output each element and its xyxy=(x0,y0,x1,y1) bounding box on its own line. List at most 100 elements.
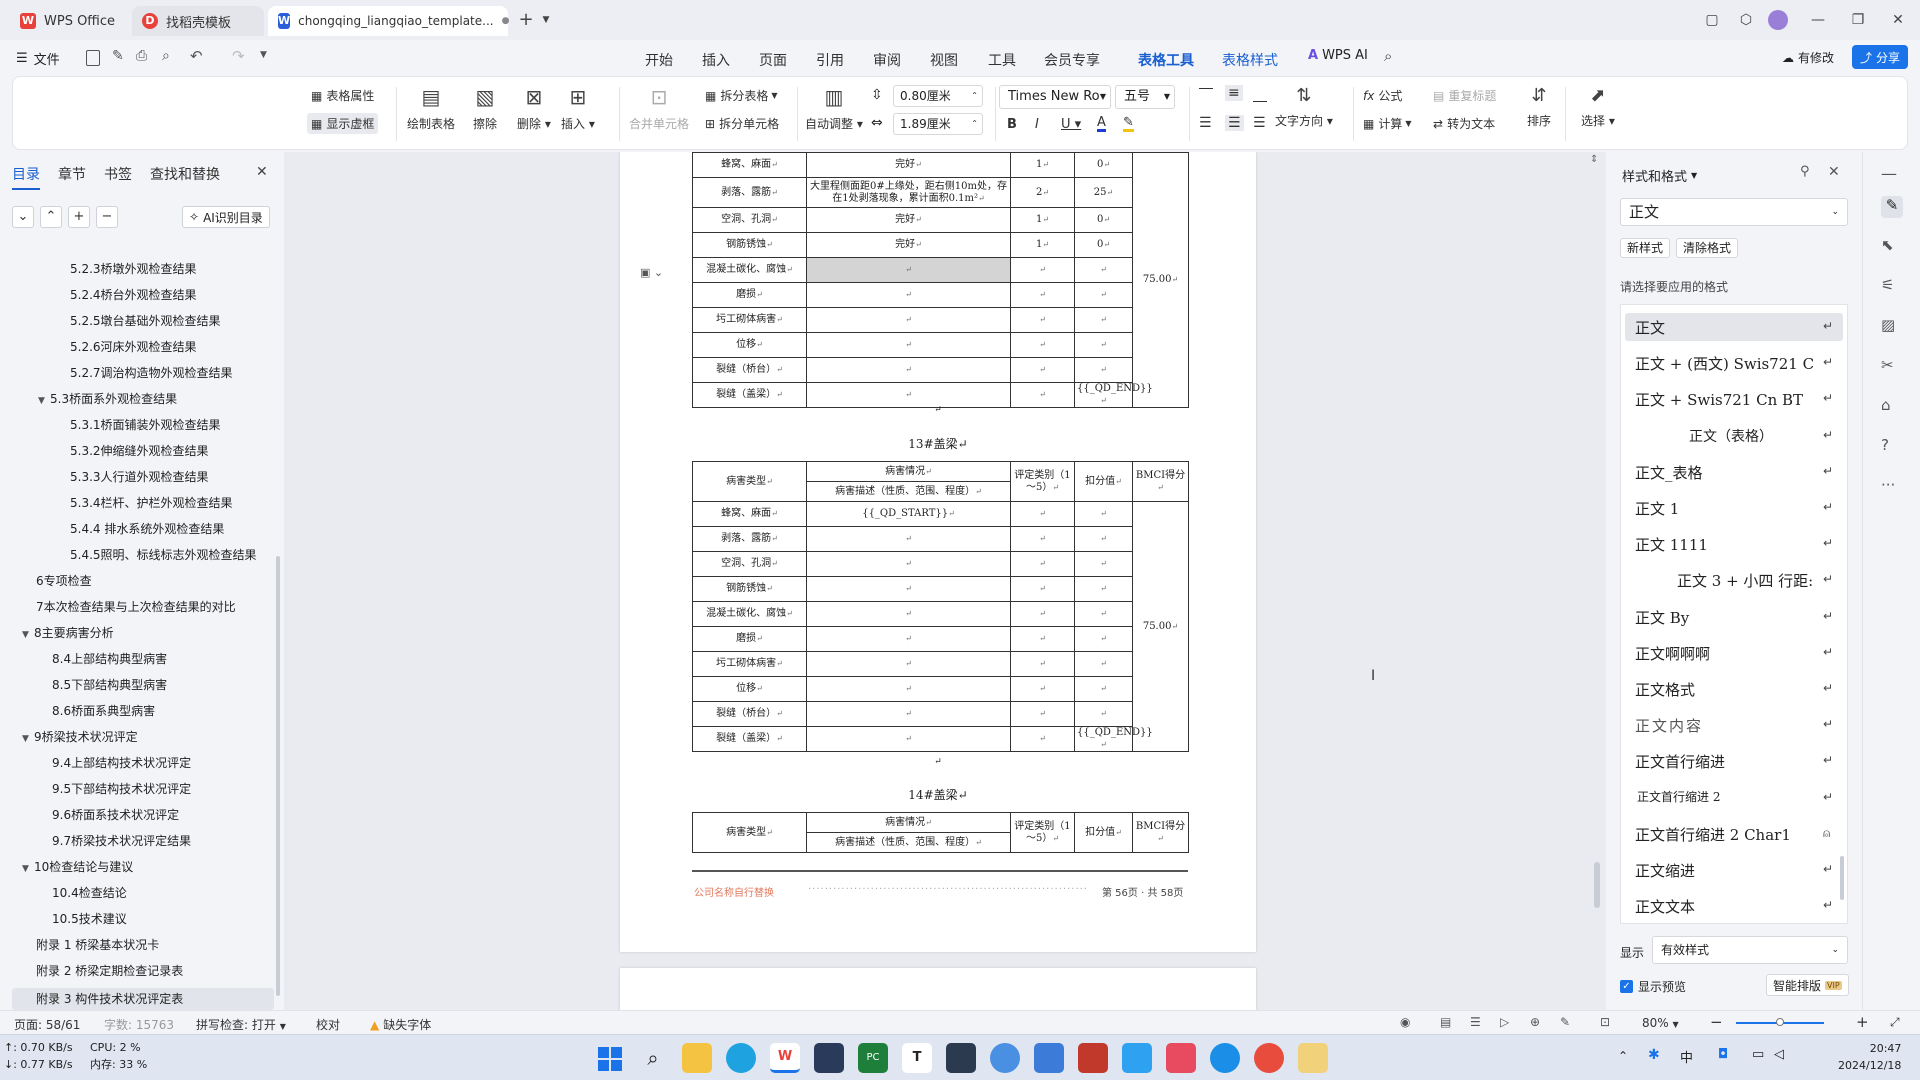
toc-item[interactable]: ▼ 10检查结论与建议 xyxy=(22,858,133,875)
terminal-icon[interactable] xyxy=(946,1043,976,1073)
cell-description[interactable]: ↵ xyxy=(806,382,1011,408)
cell-category[interactable]: 2↵ xyxy=(1010,177,1075,208)
cell-deduction[interactable]: 25↵ xyxy=(1074,177,1133,208)
show-preview-checkbox[interactable]: ✓ 显示预览 xyxy=(1620,978,1686,995)
cell-disease-type[interactable]: 钢筋锈蚀↵ xyxy=(692,232,807,258)
cell-deduction[interactable]: ↵ xyxy=(1074,701,1133,727)
ai-toc-button[interactable]: ✧ AI识别目录 xyxy=(182,206,270,228)
footer-company[interactable]: 公司名称自行替换 xyxy=(694,884,774,899)
italic-icon[interactable]: I xyxy=(1035,117,1039,132)
cell-category[interactable]: ↵ xyxy=(1010,307,1075,333)
toc-item[interactable]: 6专项检查 xyxy=(36,572,92,589)
align-right-icon[interactable]: ☰ xyxy=(1253,115,1266,131)
pin-icon[interactable]: ⚲ xyxy=(1800,164,1810,179)
cell-description[interactable]: ↵ xyxy=(806,551,1011,577)
cell-disease-type[interactable]: 钢筋锈蚀↵ xyxy=(692,576,807,602)
col-width-input[interactable]: 1.89厘米 ⌃ xyxy=(893,113,983,135)
style-item[interactable]: 正文文本 ↵ xyxy=(1625,892,1843,920)
shirt-icon[interactable]: ⌂ xyxy=(1881,396,1903,418)
header-category[interactable]: 评定类别（1～5）↵ xyxy=(1010,461,1075,502)
eye-protect-icon[interactable]: ◉ xyxy=(1400,1015,1410,1029)
tray-q-icon[interactable]: ◘ xyxy=(1718,1047,1728,1062)
cell-category[interactable]: ↵ xyxy=(1010,576,1075,602)
cell-disease-type[interactable]: 裂缝（桥台）↵ xyxy=(692,701,807,727)
align-left-icon[interactable]: ☰ xyxy=(1199,115,1212,131)
app-photo-icon[interactable] xyxy=(1078,1043,1108,1073)
cell-deduction[interactable]: ↵ xyxy=(1074,257,1133,283)
outline-view-icon[interactable]: ☰ xyxy=(1470,1015,1481,1029)
cell-description[interactable]: ↵ xyxy=(806,257,1011,283)
cell-deduction[interactable]: ↵ xyxy=(1074,651,1133,677)
toc-item[interactable]: ▼ 8主要病害分析 xyxy=(22,624,114,641)
menu-reference[interactable]: 引用 xyxy=(816,50,844,70)
cell-category[interactable]: ↵ xyxy=(1010,282,1075,308)
search-icon[interactable]: ⌕ xyxy=(1384,47,1392,65)
cell-disease-type[interactable]: 圬工砌体病害↵ xyxy=(692,307,807,333)
cell-disease-type[interactable]: 磨损↵ xyxy=(692,626,807,652)
cell-disease-type[interactable]: 裂缝（桥台）↵ xyxy=(692,357,807,383)
header-description[interactable]: 病害描述（性质、范围、程度）↵ xyxy=(806,481,1011,502)
style-item[interactable]: 正文缩进 ↵ xyxy=(1625,856,1843,884)
toc-item[interactable]: 5.2.5墩台基础外观检查结果 xyxy=(70,312,221,329)
cell-deduction[interactable]: {{_QD_END}} ↵ xyxy=(1074,382,1153,408)
web-view-icon[interactable]: ⊕ xyxy=(1530,1015,1540,1029)
close-styles-icon[interactable]: ✕ xyxy=(1828,164,1840,180)
header-deduction[interactable]: 扣分值↵ xyxy=(1074,461,1133,502)
style-item[interactable]: 正文首行缩进 2 ↵ xyxy=(1625,784,1843,812)
more-icon[interactable]: ··· xyxy=(1881,476,1903,498)
cell-deduction[interactable]: ↵ xyxy=(1074,576,1133,602)
bold-icon[interactable]: B xyxy=(1007,117,1017,132)
toc-item[interactable]: ▼ 5.3桥面系外观检查结果 xyxy=(38,390,177,407)
modified-button[interactable]: ☁ 有修改 xyxy=(1782,49,1834,66)
cell-description[interactable]: ↵ xyxy=(806,332,1011,358)
volume-icon[interactable]: ◁ xyxy=(1774,1047,1784,1062)
style-item[interactable]: 正文 By ↵ xyxy=(1625,603,1843,631)
app-record-icon[interactable] xyxy=(1254,1043,1284,1073)
edge-browser-icon[interactable] xyxy=(726,1043,756,1073)
cell-description[interactable]: ↵ xyxy=(806,651,1011,677)
expand-triangle-icon[interactable]: ▼ xyxy=(38,396,50,406)
style-item[interactable]: 正文 1 ↵ xyxy=(1625,494,1843,522)
minimize-icon[interactable]: — xyxy=(1806,8,1830,32)
share-button[interactable]: ⤴ 分享 xyxy=(1852,45,1909,69)
cell-category[interactable]: 1↵ xyxy=(1010,207,1075,233)
cell-description[interactable]: 完好↵ xyxy=(806,207,1011,233)
add-heading-icon[interactable]: + xyxy=(68,206,90,228)
edit-mode-icon[interactable]: ✎ xyxy=(1560,1015,1570,1029)
tab-find-replace[interactable]: 查找和替换 xyxy=(150,164,220,184)
toc-item[interactable]: 5.3.1桥面铺装外观检查结果 xyxy=(70,416,221,433)
style-item[interactable]: 正文 + (西文) Swis721 C ↵ xyxy=(1625,349,1843,377)
fit-page-icon[interactable]: ⊡ xyxy=(1600,1015,1610,1029)
print-icon[interactable]: ⎙ xyxy=(136,48,147,64)
toc-item[interactable]: 10.5技术建议 xyxy=(52,910,127,927)
font-color-icon[interactable]: A xyxy=(1097,116,1106,132)
page-view-icon[interactable]: ▤ xyxy=(1440,1015,1451,1029)
notepad-icon[interactable] xyxy=(1122,1043,1152,1073)
expand-triangle-icon[interactable]: ▼ xyxy=(22,734,34,744)
unsaved-dot-icon[interactable]: ● xyxy=(502,16,510,26)
help-icon[interactable]: ? xyxy=(1881,436,1903,458)
toc-item[interactable]: 5.2.7调治构造物外观检查结果 xyxy=(70,364,233,381)
toc-item[interactable]: 9.6桥面系技术状况评定 xyxy=(52,806,179,823)
toc-item[interactable]: 8.5下部结构典型病害 xyxy=(52,676,167,693)
toc-item[interactable]: 5.2.4桥台外观检查结果 xyxy=(70,286,197,303)
cell-deduction[interactable]: {{_QD_END}} ↵ xyxy=(1074,726,1153,752)
cell-disease-type[interactable]: 混凝土碳化、腐蚀↵ xyxy=(692,601,807,627)
underline-icon[interactable]: U ▾ xyxy=(1061,117,1081,132)
fullscreen-icon[interactable]: ⤢ xyxy=(1890,1015,1900,1030)
image-edit-icon[interactable]: ▨ xyxy=(1881,316,1903,338)
row-height-input[interactable]: 0.80厘米 ⌃ xyxy=(893,85,983,107)
cell-deduction[interactable]: ↵ xyxy=(1074,526,1133,552)
smart-layout-button[interactable]: 智能排版 VIP xyxy=(1766,974,1849,996)
style-list-scrollbar[interactable] xyxy=(1840,856,1844,900)
cell-deduction[interactable]: 0↵ xyxy=(1074,152,1133,178)
cell-description[interactable]: ↵ xyxy=(806,526,1011,552)
toc-item[interactable]: 9.7桥梁技术状况评定结果 xyxy=(52,832,191,849)
cell-disease-type[interactable]: 蜂窝、麻面↵ xyxy=(692,501,807,527)
windows-start-icon[interactable] xyxy=(594,1043,624,1073)
toc-scrollbar[interactable] xyxy=(276,556,280,996)
highlight-icon[interactable]: ✎ xyxy=(1123,116,1134,132)
typora-icon[interactable]: T xyxy=(902,1043,932,1073)
table-14-cap-beam[interactable]: 病害类型↵ 病害情况↵ 评定类别（1～5）↵ 扣分值↵ BMCI得分↵ 病害描述（性质、范… xyxy=(692,812,1189,853)
style-item[interactable]: 正文_表格 ↵ xyxy=(1625,458,1843,486)
